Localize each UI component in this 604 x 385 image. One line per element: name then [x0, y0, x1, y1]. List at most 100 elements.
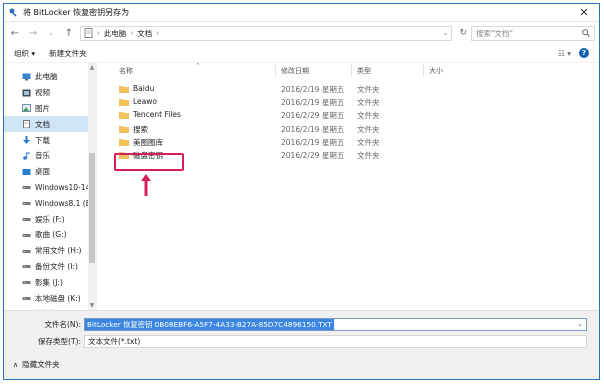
close-button[interactable]: ✕	[571, 5, 597, 20]
sidebar-item[interactable]: 下载	[4, 132, 96, 148]
sort-ascending-icon: ⌃	[195, 62, 201, 70]
file-date: 2016/2/29 星期五	[281, 151, 345, 160]
sidebar-item-label: 本地磁盘 (K:)	[35, 293, 81, 303]
back-button[interactable]: ←	[8, 25, 22, 41]
breadcrumb-documents[interactable]: 文档	[137, 28, 152, 39]
sidebar-item[interactable]: Windows10-14	[4, 180, 96, 196]
column-type[interactable]: 类型	[357, 66, 371, 76]
filename-row: 文件名(N): BitLocker 恢复密钥 0B08EBF6-A5F7-4A3…	[4, 317, 599, 331]
save-dialog: 将 BitLocker 恢复密钥另存为 ✕ ← → ⌄ ↑ › 此电脑 › 文档…	[3, 3, 600, 380]
bitlocker-key-icon	[9, 8, 17, 17]
column-size[interactable]: 大小	[429, 66, 443, 76]
file-type: 文件夹	[357, 98, 380, 108]
file-row[interactable]: 美图图库 2016/2/19 星期五 文件夹	[97, 135, 599, 149]
column-name[interactable]: 名称	[119, 66, 133, 76]
path-separator: ›	[97, 29, 100, 37]
file-date: 2016/2/19 星期五	[281, 85, 345, 94]
dialog-title: 将 BitLocker 恢复密钥另存为	[23, 8, 130, 17]
sidebar-item[interactable]: 歌曲 (G:)	[4, 227, 96, 243]
sidebar-item[interactable]: 视频	[4, 85, 96, 101]
sidebar-item[interactable]: 影集 (J:)	[4, 274, 96, 290]
sidebar-item-label: 视频	[35, 88, 50, 98]
refresh-icon[interactable]: ↻	[459, 28, 467, 38]
command-toolbar: 组织 ▾ 新建文件夹 ☷ ▾ ?	[4, 44, 599, 63]
drive-icon	[22, 297, 31, 301]
path-separator: ›	[130, 29, 134, 37]
navigation-bar: ← → ⌄ ↑ › 此电脑 › 文档 › ⌄ ↻ 搜索"文档"	[4, 22, 599, 44]
filename-value[interactable]: BitLocker 恢复密钥 0B08EBF6-A5F7-4A33-B27A-8…	[85, 318, 334, 330]
chevron-down-icon[interactable]: ⌄	[577, 320, 583, 328]
sidebar-item-label: 备份文件 (I:)	[35, 261, 78, 271]
sidebar-item[interactable]: 本地磁盘 (K:)	[4, 290, 96, 306]
column-date[interactable]: 修改日期	[281, 66, 309, 76]
search-icon	[582, 29, 590, 37]
new-folder-button[interactable]: 新建文件夹	[49, 48, 87, 59]
folder-icon	[119, 99, 129, 107]
filename-field[interactable]: BitLocker 恢复密钥 0B08EBF6-A5F7-4A33-B27A-8…	[84, 317, 587, 331]
sidebar-item[interactable]: Windows8.1 (E	[4, 195, 96, 211]
search-input[interactable]: 搜索"文档"	[471, 25, 595, 41]
sidebar-item-label: 音乐	[35, 151, 50, 161]
up-button[interactable]: ↑	[62, 25, 76, 41]
download-icon	[23, 136, 30, 145]
breadcrumb-this-pc[interactable]: 此电脑	[104, 28, 127, 39]
drive-icon	[22, 202, 31, 206]
file-name: 搜索	[133, 124, 148, 134]
computer-icon	[22, 73, 31, 81]
file-row[interactable]: Leawo 2016/2/19 星期五 文件夹	[97, 95, 599, 109]
sidebar-item-label: 桌面	[35, 167, 50, 177]
sidebar-item[interactable]: 备份文件 (I:)	[4, 259, 96, 275]
scrollbar-thumb[interactable]	[89, 153, 95, 263]
sidebar-item-label: Windows8.1 (E	[35, 198, 91, 208]
drive-icon	[22, 233, 31, 237]
hide-folders-button[interactable]: 隐藏文件夹	[22, 359, 60, 370]
filetype-select[interactable]: 文本文件(*.txt)	[84, 334, 587, 348]
folder-icon	[119, 112, 129, 120]
file-row[interactable]: Tencent Files 2016/2/29 星期五 文件夹	[97, 108, 599, 122]
sidebar-item[interactable]: 常用文件 (H:)	[4, 243, 96, 259]
drive-icon	[22, 218, 31, 222]
forward-button[interactable]: →	[26, 25, 40, 41]
drive-icon	[22, 281, 31, 285]
file-type: 文件夹	[357, 151, 380, 160]
address-bar[interactable]: › 此电脑 › 文档 › ⌄	[80, 25, 453, 41]
sidebar-item-label: 歌曲 (G:)	[35, 230, 67, 240]
recent-dropdown[interactable]: ⌄	[44, 25, 58, 41]
file-row[interactable]: 搜索 2016/2/19 星期五 文件夹	[97, 122, 599, 136]
file-type: 文件夹	[357, 137, 380, 147]
help-icon[interactable]: ?	[579, 48, 589, 58]
file-type: 文件夹	[357, 85, 380, 94]
chevron-up-icon[interactable]: ∧	[13, 361, 18, 369]
sidebar-item[interactable]: 此电脑	[4, 69, 96, 85]
file-date: 2016/2/29 星期五	[281, 111, 345, 121]
sidebar-item[interactable]: 桌面	[4, 164, 96, 180]
navigation-pane: 此电脑视频图片 文档 下载音乐桌面 Windows10-14 Windows8.1 (E…	[4, 63, 96, 310]
file-list: ⌃ 名称 修改日期 类型 大小 Baidu 2016/2/19 星期五 文件夹 Lea…	[96, 62, 599, 310]
file-name: Baidu	[133, 84, 155, 93]
scroll-down-icon[interactable]: ▼	[88, 302, 96, 309]
sidebar-item[interactable]: 文档	[4, 116, 96, 133]
document-icon	[23, 120, 30, 129]
chevron-down-icon[interactable]: ⌄	[443, 29, 449, 37]
organize-button[interactable]: 组织 ▾	[14, 48, 35, 59]
filetype-row: 保存类型(T): 文本文件(*.txt)	[4, 334, 599, 348]
sidebar-item[interactable]: 音乐	[4, 148, 96, 164]
video-icon	[22, 89, 31, 97]
scroll-up-icon[interactable]: ▲	[88, 64, 96, 71]
sidebar-item[interactable]: 图片	[4, 101, 96, 117]
red-arrow-icon	[141, 174, 151, 196]
file-date: 2016/2/19 星期五	[281, 98, 345, 108]
browser-area: 此电脑视频图片 文档 下载音乐桌面 Windows10-14 Windows8.1 (E…	[4, 62, 599, 310]
sidebar-item-label: 此电脑	[35, 72, 58, 82]
sidebar-item-label: Windows10-14	[35, 182, 91, 192]
filetype-value: 文本文件(*.txt)	[88, 336, 141, 346]
sidebar-item[interactable]: 娱乐 (F:)	[4, 211, 96, 227]
folder-icon	[119, 125, 129, 133]
path-separator: ›	[156, 29, 159, 37]
file-row[interactable]: Baidu 2016/2/19 星期五 文件夹	[97, 82, 599, 96]
sidebar-scrollbar[interactable]: ▲ ▼	[88, 63, 96, 310]
sidebar-item-label: 常用文件 (H:)	[35, 246, 82, 256]
column-headers: ⌃ 名称 修改日期 类型 大小	[97, 62, 599, 78]
folder-icon	[119, 138, 129, 146]
view-options-icon[interactable]: ☷ ▾	[558, 49, 571, 58]
